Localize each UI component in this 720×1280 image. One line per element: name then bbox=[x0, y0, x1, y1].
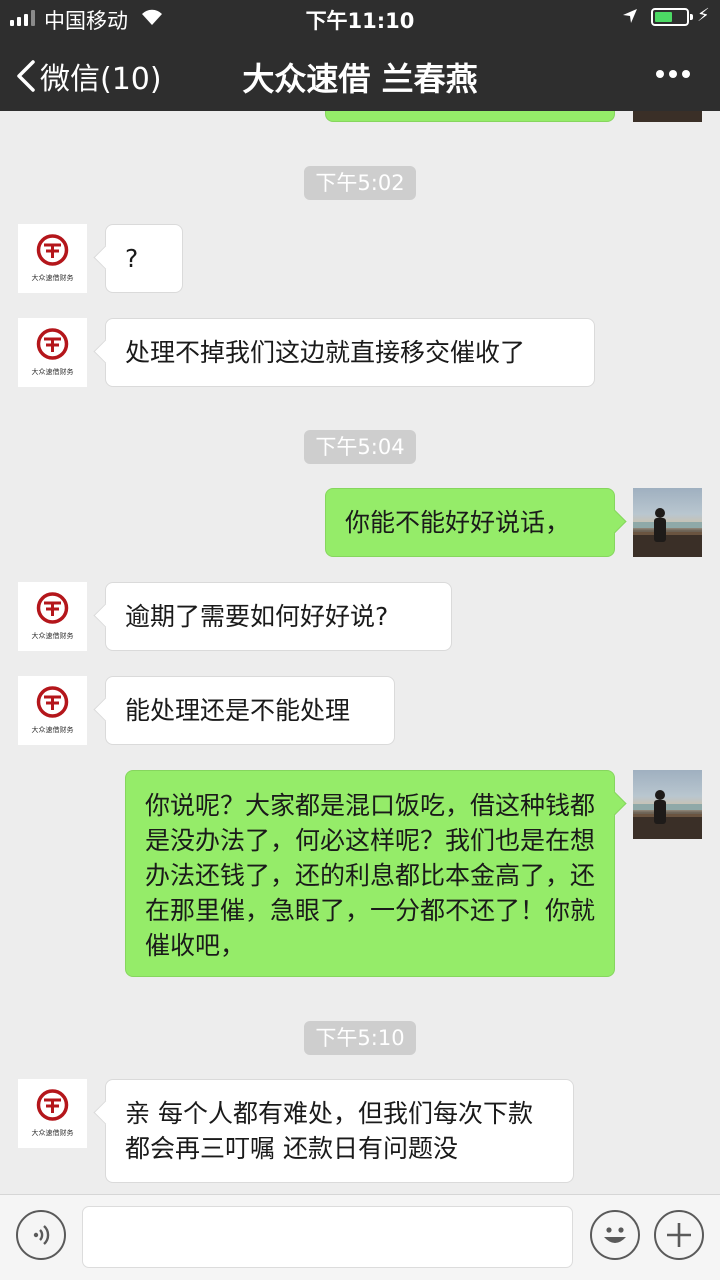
contact-avatar[interactable]: 大众速借财务 bbox=[18, 676, 87, 745]
message-text: 你说呢？大家都是混口饭吃，借这种钱都是没办法了，何必这样呢？我们也是在想办法还钱… bbox=[145, 791, 596, 960]
user-photo-icon bbox=[633, 508, 702, 557]
timestamp-label: 下午5:04 bbox=[304, 430, 416, 464]
brand-caption: 大众速借财务 bbox=[32, 367, 74, 376]
brand-caption: 大众速借财务 bbox=[32, 725, 74, 734]
battery-icon bbox=[651, 8, 693, 26]
plus-icon bbox=[667, 1223, 691, 1247]
message-text: ? bbox=[125, 244, 139, 273]
message-bubble-incoming[interactable]: 亲 每个人都有难处，但我们每次下款都会再三叮嘱 还款日有问题没 bbox=[105, 1079, 574, 1183]
location-arrow-icon bbox=[623, 9, 637, 23]
message-bubble-incoming[interactable]: ? bbox=[105, 224, 183, 293]
plus-button[interactable] bbox=[654, 1210, 704, 1260]
battery-level bbox=[655, 12, 672, 22]
timestamp: 下午5:02 bbox=[0, 166, 720, 200]
brand-caption: 大众速借财务 bbox=[32, 1128, 74, 1137]
timestamp-label: 下午5:02 bbox=[304, 166, 416, 200]
brand-logo-icon: 大众速借财务 bbox=[32, 1089, 74, 1137]
message-bubble-incoming[interactable]: 能处理还是不能处理 bbox=[105, 676, 395, 745]
message-text: 逾期了需要如何好好说? bbox=[125, 602, 389, 631]
user-avatar[interactable] bbox=[633, 488, 702, 557]
brand-logo-icon: 大众速借财务 bbox=[32, 328, 74, 376]
contact-avatar[interactable]: 大众速借财务 bbox=[18, 1079, 87, 1148]
chat-area[interactable]: 下午5:02 大众速借财务 ? 大众速借财务 处理不掉我们这边就直接移交催收了 … bbox=[0, 0, 720, 1194]
status-time: 下午11:10 bbox=[305, 9, 415, 33]
more-icon[interactable] bbox=[656, 70, 690, 78]
contact-avatar[interactable]: 大众速借财务 bbox=[18, 582, 87, 651]
brand-caption: 大众速借财务 bbox=[32, 631, 74, 640]
message-text: 亲 每个人都有难处，但我们每次下款都会再三叮嘱 还款日有问题没 bbox=[125, 1099, 533, 1163]
emoji-icon bbox=[604, 1227, 626, 1243]
chat-title: 大众速借 兰春燕 bbox=[242, 60, 478, 98]
message-bubble-incoming[interactable]: 逾期了需要如何好好说? bbox=[105, 582, 452, 651]
voice-button[interactable] bbox=[16, 1210, 66, 1260]
contact-avatar[interactable]: 大众速借财务 bbox=[18, 318, 87, 387]
top-bar: 中国移动 下午11:10 ⚡ 微信(10) 大众速借 兰春燕 bbox=[0, 0, 720, 111]
message-bubble-outgoing[interactable]: 你能不能好好说话， bbox=[325, 488, 615, 557]
brand-logo-icon: 大众速借财务 bbox=[32, 234, 74, 282]
brand-caption: 大众速借财务 bbox=[32, 273, 74, 282]
brand-logo-icon: 大众速借财务 bbox=[32, 592, 74, 640]
user-avatar[interactable] bbox=[633, 770, 702, 839]
charging-bolt-icon: ⚡ bbox=[697, 5, 710, 26]
user-photo-icon bbox=[633, 790, 702, 839]
message-text: 处理不掉我们这边就直接移交催收了 bbox=[125, 338, 526, 367]
timestamp-label: 下午5:10 bbox=[304, 1021, 416, 1055]
message-text: 你能不能好好说话， bbox=[345, 508, 571, 537]
message-text: 能处理还是不能处理 bbox=[125, 696, 351, 725]
emoji-button[interactable] bbox=[590, 1210, 640, 1260]
timestamp: 下午5:10 bbox=[0, 1021, 720, 1055]
timestamp: 下午5:04 bbox=[0, 430, 720, 464]
message-bubble-outgoing[interactable]: 你说呢？大家都是混口饭吃，借这种钱都是没办法了，何必这样呢？我们也是在想办法还钱… bbox=[125, 770, 615, 977]
voice-icon bbox=[33, 1225, 50, 1245]
status-bar: 中国移动 下午11:10 ⚡ bbox=[0, 0, 720, 36]
nav-bar: 微信(10) 大众速借 兰春燕 bbox=[0, 36, 720, 111]
brand-logo-icon: 大众速借财务 bbox=[32, 686, 74, 734]
contact-avatar[interactable]: 大众速借财务 bbox=[18, 224, 87, 293]
message-input[interactable] bbox=[82, 1206, 573, 1268]
message-bubble-incoming[interactable]: 处理不掉我们这边就直接移交催收了 bbox=[105, 318, 595, 387]
input-bar bbox=[0, 1194, 720, 1280]
